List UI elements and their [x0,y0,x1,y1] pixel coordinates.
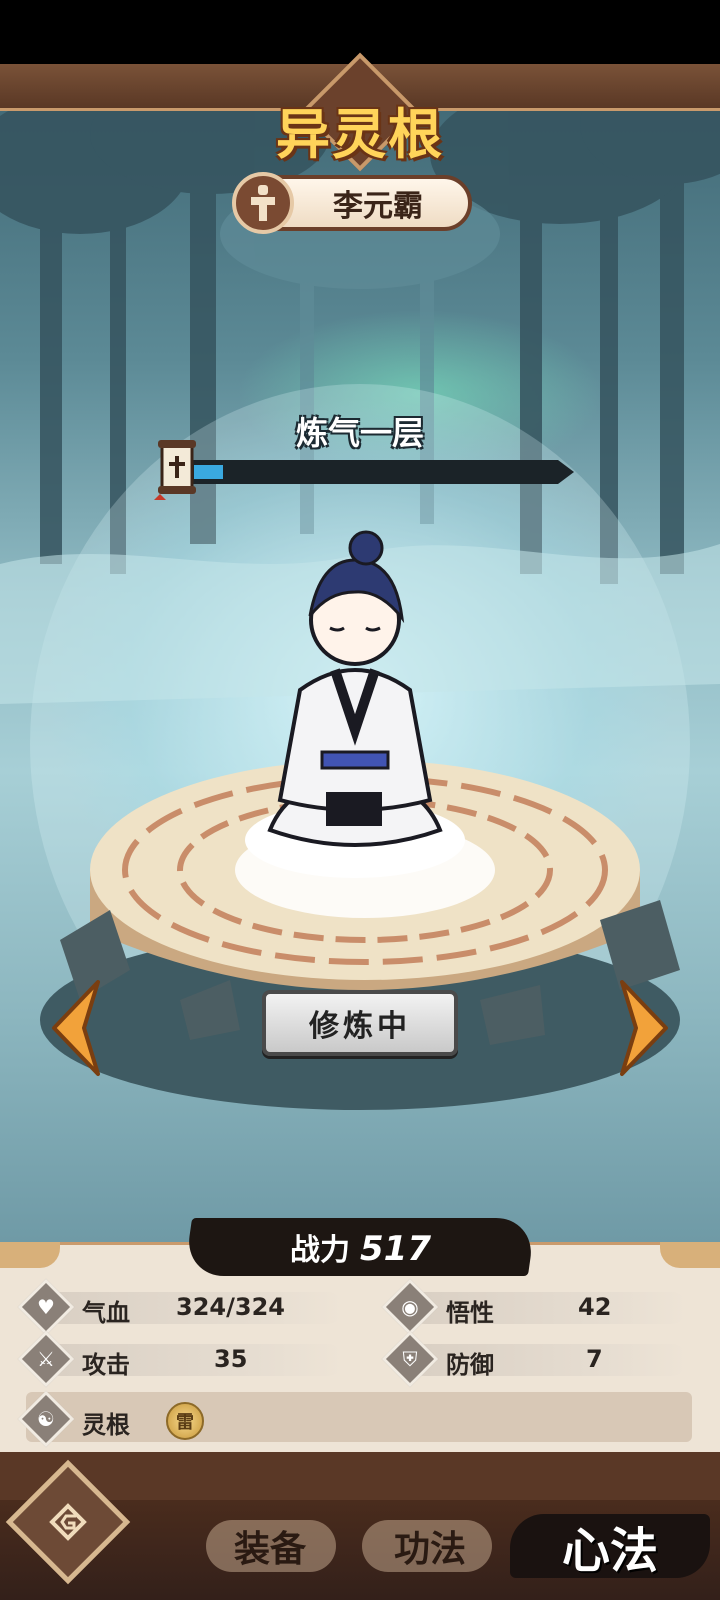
sword-icon: ⚔ [37,1347,55,1371]
character-name: 李元霸 [333,189,423,224]
panel-corner-right [660,1242,720,1268]
stat-row-attack: ⚔ 攻击 35 [17,1330,346,1388]
stat-name-attack: 攻击 [82,1350,130,1379]
sword-token-icon [232,172,294,234]
thunder-root-badge[interactable]: 雷 [166,1402,204,1440]
combat-power-label: 战力 [289,1233,350,1268]
yinyang-icon: ☯ [37,1407,55,1431]
next-character-arrow-icon[interactable] [614,978,674,1078]
training-status-button[interactable]: 修炼中 [262,990,458,1056]
stat-name-defense: 防御 [446,1350,494,1379]
tab-mind-art[interactable]: 心法 [520,1514,700,1579]
combat-power-banner: 战力 517 [183,1218,537,1276]
stat-value-comprehension: 42 [578,1293,612,1321]
page-title: 异灵根 [276,102,444,166]
realm-label: 炼气一层 [295,414,424,452]
stat-name-comprehension: 悟性 [446,1298,494,1327]
panel-corner-left [0,1242,60,1268]
tab-skills[interactable]: 功法 [360,1514,500,1578]
heart-icon: ♥ [37,1295,55,1319]
stat-row-defense: ⛨ 防御 7 [381,1330,690,1388]
shield-icon: ⛨ [402,1347,418,1371]
tab-equipment[interactable]: 装备 [200,1514,340,1578]
menu-emblem-icon [44,1498,92,1546]
stat-value-attack: 35 [214,1345,248,1373]
combat-power-value: 517 [359,1229,431,1269]
cultivation-progress-bar [188,460,574,484]
previous-character-arrow-icon[interactable] [46,978,106,1078]
eye-icon: ◉ [401,1295,419,1319]
stat-name-hp: 气血 [82,1298,130,1327]
scroll-icon [154,440,196,500]
meditating-character [245,530,465,878]
stat-row-comprehension: ◉ 悟性 42 [381,1278,690,1336]
stat-value-defense: 7 [586,1345,603,1373]
stat-row-hp: ♥ 气血 324/324 [17,1278,346,1336]
stat-name-spirit-root: 灵根 [82,1410,130,1439]
stat-value-hp: 324/324 [176,1293,285,1321]
